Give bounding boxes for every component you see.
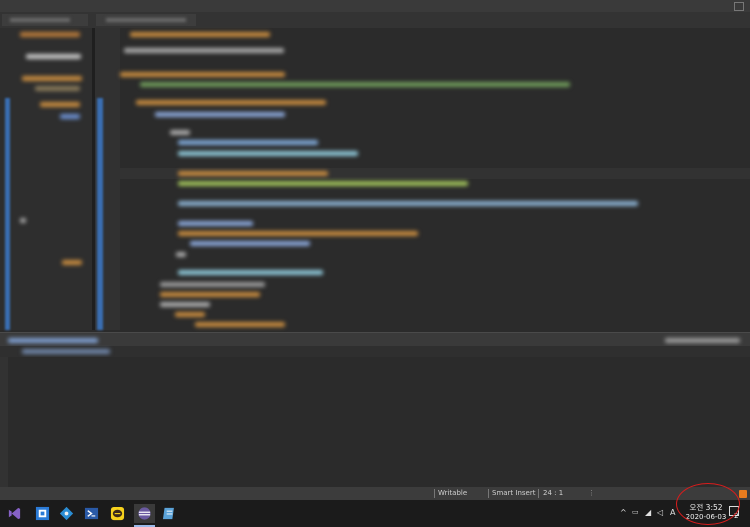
blurred-code-line [178, 151, 358, 156]
change-ruler [97, 98, 103, 330]
blurred-code-line [120, 72, 285, 77]
feed-icon[interactable] [739, 490, 747, 498]
editor-tab[interactable] [96, 14, 196, 26]
app-window-icon[interactable] [33, 504, 52, 523]
blurred-code-line [178, 201, 638, 206]
blurred-code-line [136, 100, 326, 105]
console-tab-blurred[interactable] [8, 338, 98, 343]
kakaotalk-icon[interactable] [108, 504, 127, 523]
tab-label-blurred [106, 18, 186, 22]
blurred-code-line [160, 302, 210, 307]
blurred-code-line [178, 270, 323, 275]
tab-label-blurred [10, 18, 70, 22]
blurred-code-line [178, 181, 468, 186]
console-process-label-blurred [22, 349, 110, 354]
blurred-code-line [178, 140, 318, 145]
package-explorer-tab[interactable] [2, 14, 88, 26]
blurred-line [60, 114, 80, 119]
left-pane-change-ruler [5, 98, 10, 330]
blurred-code-line [178, 221, 253, 226]
visual-studio-icon[interactable] [5, 504, 24, 523]
status-separator [538, 489, 539, 498]
status-separator [488, 489, 489, 498]
blurred-code-line [178, 231, 418, 236]
status-separator [434, 489, 435, 498]
console-toolbar-blurred[interactable] [665, 338, 740, 343]
cursor-position: 24 : 1 [543, 489, 564, 497]
status-bar: Writable Smart Insert 24 : 1 ⋮ [0, 487, 750, 500]
volume-icon[interactable]: ◁ [657, 508, 663, 517]
blurred-code-line [195, 322, 285, 327]
powershell-icon[interactable] [82, 504, 101, 523]
writable-status: Writable [438, 489, 468, 497]
line-number-gutter [95, 28, 120, 330]
blurred-code-line [140, 82, 570, 87]
console-output[interactable] [0, 357, 750, 487]
annotation-circle [676, 483, 740, 525]
blurred-line [40, 102, 80, 107]
network-battery-icon[interactable]: ▭ [632, 508, 639, 516]
blurred-line [20, 32, 80, 37]
eclipse-icon[interactable] [134, 504, 155, 523]
wifi-icon[interactable]: ◢ [645, 508, 651, 517]
blurred-code-line [160, 292, 260, 297]
console-view-header [0, 332, 750, 347]
blurred-code-line [160, 282, 265, 287]
blurred-code-line [178, 171, 328, 176]
blurred-line [22, 76, 82, 81]
blurred-code-line [176, 252, 186, 257]
blurred-code-line [175, 312, 205, 317]
console-subheader [0, 346, 750, 357]
blurred-code-line [130, 32, 270, 37]
notepad-icon[interactable] [160, 504, 179, 523]
insert-mode-status: Smart Insert [492, 489, 536, 497]
maximize-icon[interactable] [734, 2, 744, 11]
status-menu-dots-icon[interactable]: ⋮ [588, 489, 595, 498]
blurred-code-line [124, 48, 284, 53]
blurred-line [26, 54, 81, 59]
blurred-line [62, 260, 82, 265]
left-view-pane [0, 28, 92, 330]
window-title-bar [0, 0, 750, 12]
blurred-line [35, 86, 80, 91]
chevron-up-icon[interactable]: ^ [620, 508, 627, 517]
editor-tab-bar [0, 12, 750, 28]
blurred-code-line [190, 241, 310, 246]
console-left-margin [0, 357, 8, 487]
windows-taskbar: ^ ▭ ◢ ◁ A [0, 500, 750, 527]
ime-indicator[interactable]: A [670, 508, 675, 517]
blurred-code-line [170, 130, 190, 135]
blurred-code-line [155, 112, 285, 117]
blurred-line [20, 218, 26, 223]
git-icon[interactable] [57, 504, 76, 523]
